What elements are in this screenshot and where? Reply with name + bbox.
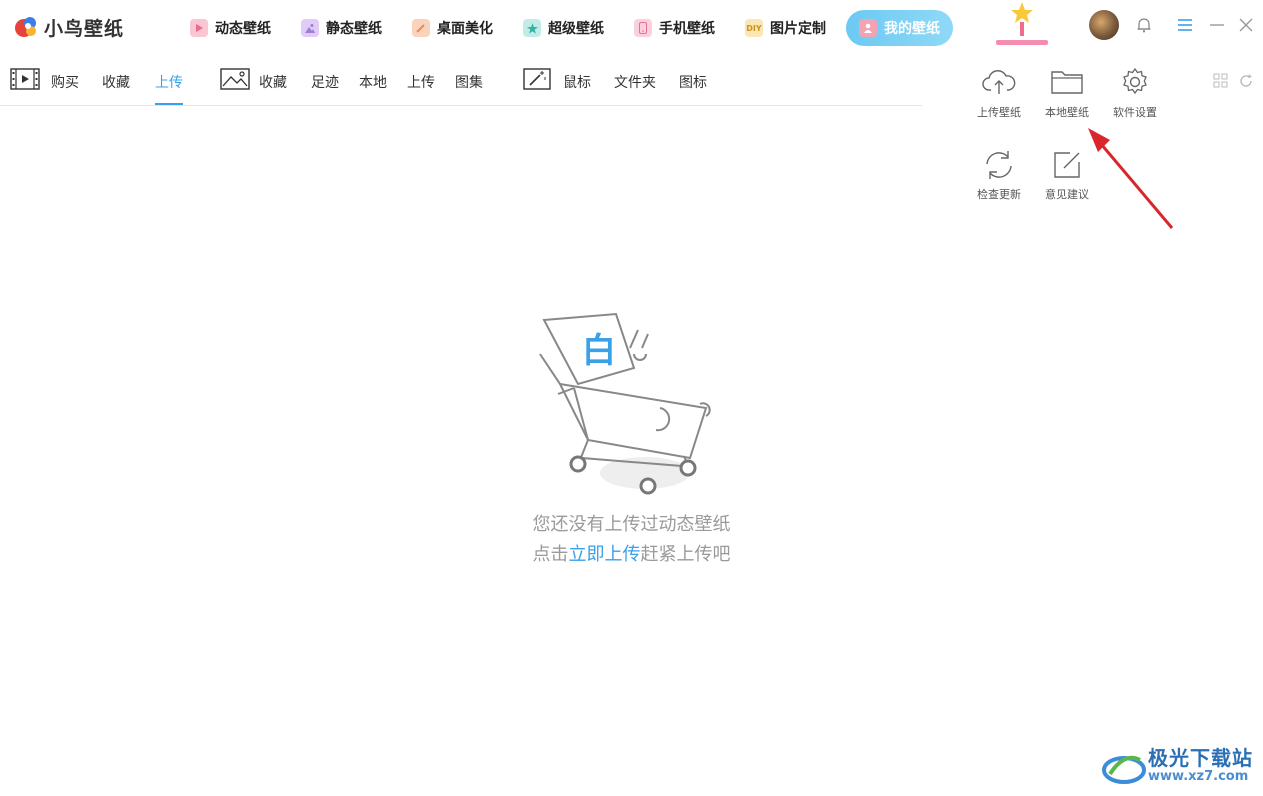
user-icon [859, 19, 877, 37]
empty-hint: 点击立即上传赶紧上传吧 [0, 540, 1263, 566]
upload-now-link[interactable]: 立即上传 [569, 544, 641, 565]
top-nav: 动态壁纸 静态壁纸 桌面美化 超级壁纸 手机壁纸 DIY 图片定制 我的壁纸 [180, 10, 963, 46]
menu-local-wallpaper[interactable]: 本地壁纸 [1033, 56, 1101, 126]
menu-icon[interactable] [1174, 14, 1196, 36]
tab-desktop-beautify[interactable]: 桌面美化 [402, 10, 503, 46]
brush-icon [412, 19, 430, 37]
watermark-logo-icon [1102, 755, 1146, 784]
sub-nav: 购买 收藏 上传 收藏 足迹 本地 上传 图集 鼠标 文件夹 图标 [0, 56, 922, 106]
subnav-mouse[interactable]: 鼠标 [563, 72, 591, 92]
empty-cart-illustration: 白 [539, 312, 711, 495]
subnav-folder[interactable]: 文件夹 [614, 72, 656, 92]
tab-phone-wallpaper[interactable]: 手机壁纸 [624, 10, 725, 46]
title-bar: 小鸟壁纸 动态壁纸 静态壁纸 桌面美化 超级壁纸 手机壁纸 DIY 图片定制 我… [0, 0, 1263, 55]
star-icon [523, 19, 541, 37]
bell-icon[interactable] [1133, 14, 1155, 36]
subnav-purchase[interactable]: 购买 [51, 72, 79, 92]
minimize-icon[interactable] [1206, 14, 1228, 36]
phone-icon [634, 19, 652, 37]
watermark-url: www.xz7.com [1148, 769, 1249, 784]
illustration-glyph: 白 [582, 331, 616, 371]
avatar[interactable] [1089, 10, 1119, 40]
close-icon[interactable] [1235, 14, 1257, 36]
grid-view-icon[interactable] [1212, 72, 1230, 90]
subnav-static-favorites[interactable]: 收藏 [259, 72, 287, 92]
menu-label: 本地壁纸 [1045, 106, 1089, 119]
watermark-title: 极光下载站 [1148, 746, 1253, 770]
diy-icon: DIY [745, 19, 763, 37]
refresh-icon [986, 151, 1012, 179]
refresh-mini-icon[interactable] [1237, 72, 1255, 90]
gear-icon [1123, 68, 1147, 95]
tab-label: 桌面美化 [437, 21, 493, 37]
empty-hint-suffix: 赶紧上传吧 [640, 544, 731, 565]
annotation-arrow-icon [1088, 128, 1174, 229]
menu-settings[interactable]: 软件设置 [1101, 56, 1169, 126]
menu-check-update[interactable]: 检查更新 [965, 138, 1033, 208]
app-name: 小鸟壁纸 [44, 17, 125, 40]
tab-label: 手机壁纸 [659, 21, 715, 37]
menu-upload-wallpaper[interactable]: 上传壁纸 [965, 56, 1033, 126]
menu-label: 软件设置 [1113, 106, 1157, 119]
tab-label: 我的壁纸 [884, 21, 940, 37]
app-logo[interactable]: 小鸟壁纸 [14, 12, 124, 42]
tab-my-wallpaper[interactable]: 我的壁纸 [846, 10, 953, 46]
empty-hint-prefix: 点击 [532, 544, 569, 565]
active-tab-underline [155, 103, 183, 105]
tab-picture-custom[interactable]: DIY 图片定制 [735, 10, 836, 46]
picture-icon [220, 68, 250, 90]
subnav-footprint[interactable]: 足迹 [311, 72, 339, 92]
subnav-favorites[interactable]: 收藏 [102, 72, 130, 92]
watermark: 极光下载站 www.xz7.com [1102, 742, 1257, 788]
tab-label: 超级壁纸 [548, 21, 604, 37]
play-icon [190, 19, 208, 37]
subnav-local[interactable]: 本地 [359, 72, 387, 92]
edit-icon [1054, 152, 1080, 178]
bird-logo-icon [15, 17, 36, 37]
menu-label: 检查更新 [977, 188, 1021, 201]
tab-static-wallpaper[interactable]: 静态壁纸 [291, 10, 392, 46]
promo-badge-icon[interactable] [992, 0, 1052, 48]
tab-dynamic-wallpaper[interactable]: 动态壁纸 [180, 10, 281, 46]
cloud-upload-icon [982, 70, 1016, 94]
subnav-upload-active[interactable]: 上传 [155, 72, 183, 92]
tab-label: 静态壁纸 [326, 21, 382, 37]
subnav-static-upload[interactable]: 上传 [407, 72, 435, 92]
image-icon [301, 19, 319, 37]
magic-wand-icon [523, 68, 551, 90]
empty-message: 您还没有上传过动态壁纸 [532, 514, 731, 535]
tab-label: 图片定制 [770, 21, 826, 37]
tab-label: 动态壁纸 [215, 21, 271, 37]
subnav-icons[interactable]: 图标 [679, 72, 707, 92]
folder-icon [1051, 71, 1083, 94]
menu-label: 上传壁纸 [977, 106, 1021, 119]
subnav-gallery[interactable]: 图集 [455, 72, 483, 92]
film-icon [10, 68, 40, 90]
tab-super-wallpaper[interactable]: 超级壁纸 [513, 10, 614, 46]
